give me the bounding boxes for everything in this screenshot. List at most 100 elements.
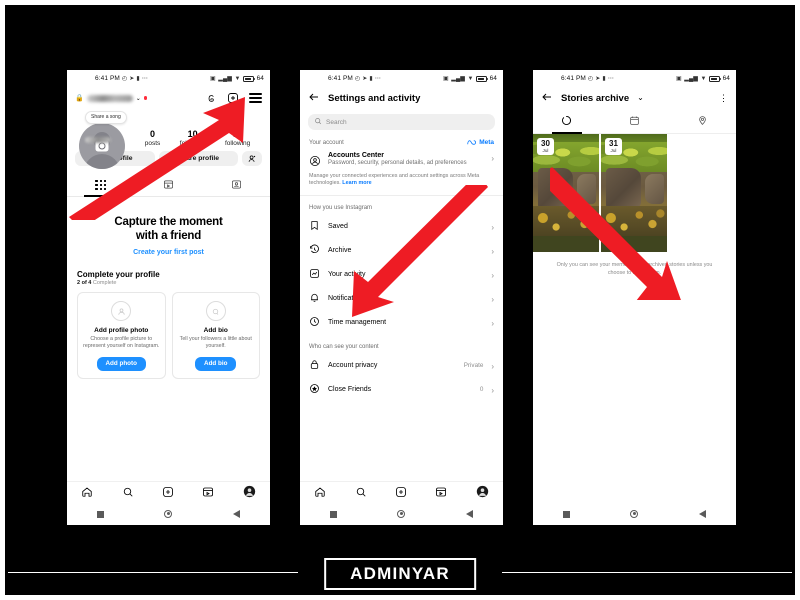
settings-row-time-management[interactable]: Time management › bbox=[300, 311, 503, 335]
home-button[interactable] bbox=[630, 510, 639, 518]
search-placeholder: Search bbox=[326, 118, 347, 126]
recents-button[interactable] bbox=[330, 510, 338, 518]
telegram-icon: ➤ bbox=[129, 75, 135, 82]
calendar-icon bbox=[629, 115, 640, 128]
android-nav-bar bbox=[300, 503, 503, 525]
create-first-post-link[interactable]: Create your first post bbox=[77, 249, 260, 256]
status-bar: 6:41 PM ◴ ➤ ▮ ⋯ ▣ ▂▄▆ ▼ 64 bbox=[533, 70, 736, 87]
alarm-icon: ◴ bbox=[587, 75, 594, 82]
back-arrow-icon[interactable] bbox=[541, 91, 553, 105]
settings-row-saved[interactable]: Saved › bbox=[300, 215, 503, 239]
home-button[interactable] bbox=[397, 510, 406, 518]
card-title: Add profile photo bbox=[94, 327, 149, 335]
share-profile-button[interactable]: Share profile bbox=[158, 151, 238, 166]
meta-label: Meta bbox=[479, 139, 494, 146]
chevron-right-icon: › bbox=[491, 362, 494, 372]
add-bio-button[interactable]: Add bio bbox=[195, 356, 237, 371]
lock-icon: 🔒 bbox=[75, 95, 84, 102]
back-button[interactable] bbox=[465, 510, 473, 518]
back-button[interactable] bbox=[698, 510, 706, 518]
status-time: 6:41 PM bbox=[95, 75, 120, 82]
chevron-right-icon: › bbox=[491, 319, 494, 329]
hamburger-menu-icon[interactable] bbox=[249, 93, 262, 103]
row-label: Archive bbox=[328, 247, 352, 255]
back-arrow-icon[interactable] bbox=[308, 91, 320, 105]
recents-button[interactable] bbox=[563, 510, 571, 518]
tagged-tab[interactable] bbox=[202, 174, 270, 196]
bottom-tab-bar bbox=[300, 481, 503, 503]
capture-title-line2: with a friend bbox=[135, 230, 202, 243]
progress-word: Complete bbox=[92, 280, 117, 287]
stories-ring-tab[interactable] bbox=[533, 109, 601, 133]
section-how-you-use: How you use Instagram bbox=[300, 196, 503, 215]
posts-count: 0 bbox=[150, 129, 156, 139]
phone-screenshots: 6:41 PM ◴ ➤ ▮ ⋯ ▣ ▂▄▆ ▼ 64 🔒 ⌄ Share a s… bbox=[0, 0, 800, 600]
home-button[interactable] bbox=[164, 510, 173, 518]
calendar-tab[interactable] bbox=[601, 109, 669, 133]
grid-icon bbox=[95, 179, 107, 191]
accounts-center-row[interactable]: Accounts Center Password, security, pers… bbox=[300, 150, 503, 173]
add-photo-button[interactable]: Add photo bbox=[96, 356, 146, 371]
complete-profile-section: Complete your profile 2 of 4 Complete bbox=[67, 256, 270, 287]
card-add-bio[interactable]: Add bio Tell your followers a little abo… bbox=[171, 292, 260, 379]
home-icon[interactable] bbox=[314, 486, 326, 500]
accounts-center-title: Accounts Center bbox=[328, 152, 385, 159]
reels-icon[interactable] bbox=[202, 486, 214, 500]
card-add-profile-photo[interactable]: Add profile photo Choose a profile pictu… bbox=[77, 292, 166, 379]
profile-icon[interactable] bbox=[476, 485, 489, 500]
stat-followers[interactable]: 10 followers bbox=[180, 129, 206, 147]
reels-icon bbox=[163, 179, 174, 192]
row-label: Close Friends bbox=[328, 386, 372, 394]
username-blurred bbox=[86, 94, 133, 102]
search-icon bbox=[314, 117, 322, 127]
capture-empty-state: Capture the moment with a friend Create … bbox=[67, 197, 270, 256]
chevron-right-icon: › bbox=[491, 271, 494, 281]
chevron-down-icon[interactable]: ⌄ bbox=[136, 95, 141, 102]
reels-tab[interactable] bbox=[135, 174, 203, 196]
capture-title-line1: Capture the moment bbox=[114, 216, 223, 228]
profile-icon[interactable] bbox=[243, 485, 256, 500]
learn-more-link[interactable]: Learn more bbox=[342, 180, 371, 186]
search-input[interactable]: Search bbox=[308, 114, 495, 130]
recents-button[interactable] bbox=[97, 510, 105, 518]
settings-row-account-privacy[interactable]: Account privacy Private › bbox=[300, 354, 503, 378]
profile-header: 🔒 ⌄ bbox=[67, 87, 270, 109]
search-icon[interactable] bbox=[355, 486, 367, 500]
chevron-down-icon[interactable]: ⌄ bbox=[637, 94, 644, 102]
accounts-center-icon bbox=[309, 152, 321, 169]
threads-icon[interactable] bbox=[206, 93, 217, 104]
tagged-icon bbox=[231, 179, 242, 192]
settings-row-archive[interactable]: Archive › bbox=[300, 239, 503, 263]
home-icon[interactable] bbox=[81, 486, 93, 500]
settings-row-close-friends[interactable]: Close Friends 0 › bbox=[300, 378, 503, 402]
row-label: Your activity bbox=[328, 271, 366, 279]
row-label: Saved bbox=[328, 223, 348, 231]
avatar[interactable] bbox=[79, 123, 125, 169]
story-thumbnail[interactable]: 31 Jul bbox=[601, 134, 667, 252]
settings-row-notifications[interactable]: Notifications › bbox=[300, 287, 503, 311]
reels-icon[interactable] bbox=[435, 486, 447, 500]
create-icon[interactable] bbox=[395, 486, 407, 500]
map-tab[interactable] bbox=[668, 109, 736, 133]
following-label: following bbox=[224, 140, 251, 147]
accounts-center-subtitle: Password, security, personal details, ad… bbox=[328, 160, 467, 166]
more-vertical-icon[interactable]: ⋮ bbox=[719, 93, 728, 103]
share-song-bubble[interactable]: Share a song bbox=[85, 111, 127, 124]
create-icon[interactable] bbox=[162, 486, 174, 500]
plus-circle-icon[interactable] bbox=[227, 92, 239, 104]
grid-tab[interactable] bbox=[67, 174, 135, 196]
add-person-icon[interactable] bbox=[242, 151, 262, 166]
search-icon[interactable] bbox=[122, 486, 134, 500]
story-month: Jul bbox=[610, 147, 617, 153]
chevron-right-icon: › bbox=[491, 247, 494, 257]
watermark-line-left bbox=[8, 571, 298, 573]
stat-following[interactable]: 94 following bbox=[225, 129, 250, 147]
story-thumbnail[interactable]: 30 Jul bbox=[533, 134, 599, 252]
stat-posts[interactable]: 0 posts bbox=[145, 129, 161, 147]
username-area[interactable]: 🔒 ⌄ bbox=[75, 94, 206, 102]
more-dots-icon: ⋯ bbox=[374, 75, 381, 82]
back-button[interactable] bbox=[232, 510, 240, 518]
profile-summary: Share a song 0 posts 10 followers 94 fol… bbox=[67, 109, 270, 169]
settings-row-your-activity[interactable]: Your activity › bbox=[300, 263, 503, 287]
stats-row: 0 posts 10 followers 94 following bbox=[135, 113, 260, 147]
